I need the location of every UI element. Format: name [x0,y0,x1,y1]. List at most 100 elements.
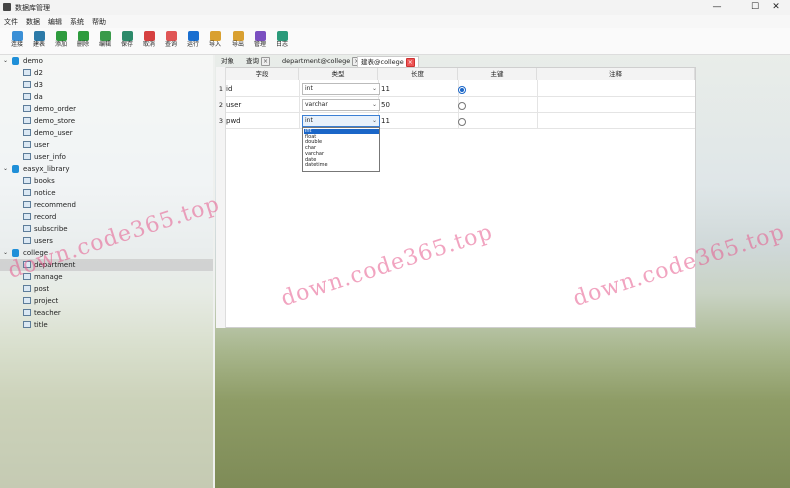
toolbar-label: 导出 [231,41,244,48]
menu-edit[interactable]: 编辑 [48,17,62,27]
tree-db-label: easyx_library [23,165,70,173]
field-cell[interactable]: user [226,98,298,112]
tab-objects[interactable]: 对象 [221,56,234,67]
type-select[interactable]: int ⌄ [302,115,380,127]
tree-table-label: post [34,285,50,293]
toolbar-label: 连接 [10,41,23,48]
grid-line [226,112,695,113]
tree-table-demo_order[interactable]: demo_order [0,103,213,115]
tree-table-books[interactable]: books [0,175,213,187]
toolbar-button-run[interactable]: 运行 [183,30,203,54]
field-cell[interactable]: id [226,82,298,96]
tree-table-d2[interactable]: d2 [0,67,213,79]
tree-table-user[interactable]: user [0,139,213,151]
database-icon [12,165,19,173]
close-tab-icon[interactable]: × [261,56,270,66]
column-header[interactable]: 主键 [458,68,537,80]
tree-table-label: recommend [34,201,76,209]
chevron-down-icon: ⌄ [371,85,377,92]
sidebar-splitter[interactable] [213,55,215,488]
toolbar-button-query[interactable]: 查询 [161,30,181,54]
row-number[interactable]: 3 [217,117,225,125]
primary-key-radio[interactable] [458,102,466,110]
toolbar-button-create-table[interactable]: 建表 [29,30,49,54]
chevron-down-icon[interactable]: ⌄ [3,163,8,175]
tab-create-table[interactable]: 建表@college × [357,56,419,67]
row-number[interactable]: 1 [217,85,225,93]
tree-db-demo[interactable]: ⌄ demo [0,55,213,67]
tree-table-da[interactable]: da [0,91,213,103]
type-dropdown-list[interactable]: int float double char varchar date datetime [302,127,380,172]
field-cell[interactable]: pwd [226,114,298,128]
tab-department[interactable]: department@college× [282,56,362,67]
chevron-down-icon[interactable]: ⌄ [3,55,8,67]
toolbar-button-add[interactable]: 添加 [51,30,71,54]
toolbar-button-save[interactable]: 保存 [117,30,137,54]
tree-table-d3[interactable]: d3 [0,79,213,91]
run-icon [187,31,199,41]
toolbar-button-import[interactable]: 导入 [205,30,225,54]
minimize-button[interactable]: — [705,1,729,13]
type-select[interactable]: int ⌄ [302,83,380,95]
save-icon [121,31,133,41]
type-select-value: int [305,85,313,92]
toolbar-button-connect[interactable]: 连接 [7,30,27,54]
tree-table-post[interactable]: post [0,283,213,295]
toolbar-button-cancel[interactable]: 取消 [139,30,159,54]
tab-query[interactable]: 查询 × [246,56,270,67]
toolbar-button-log[interactable]: 日志 [272,30,292,54]
tree-table-notice[interactable]: notice [0,187,213,199]
create-table-icon [33,31,45,41]
export-icon [232,31,244,41]
title-bar: 数据库管理 — ☐ ✕ [0,0,790,15]
tree-table-label: project [34,297,59,305]
tree-table-user_info[interactable]: user_info [0,151,213,163]
column-header[interactable]: 字段 [226,68,299,80]
close-tab-icon[interactable]: × [405,57,415,67]
chevron-down-icon[interactable]: ⌄ [3,247,8,259]
menu-system[interactable]: 系统 [70,17,84,27]
window-title: 数据库管理 [15,4,50,12]
tree-table-title[interactable]: title [0,319,213,331]
tree-table-label: demo_user [34,129,73,137]
menu-help[interactable]: 帮助 [92,17,106,27]
tree-table-teacher[interactable]: teacher [0,307,213,319]
tree-db-easyx_library[interactable]: ⌄ easyx_library [0,163,213,175]
length-cell[interactable]: 50 [381,98,457,112]
app-icon [3,3,11,11]
toolbar-label: 编辑 [98,41,111,48]
close-button[interactable]: ✕ [764,1,788,13]
primary-key-radio[interactable] [458,86,466,94]
grid-line [537,80,538,128]
toolbar-label: 查询 [164,41,177,48]
table-icon [23,105,31,112]
tree-table-label: da [34,93,43,101]
table-icon [23,81,31,88]
table-icon [23,189,31,196]
toolbar-label: 管理 [253,41,266,48]
tree-table-label: title [34,321,48,329]
dropdown-option-datetime[interactable]: datetime [304,162,379,168]
row-number[interactable]: 2 [217,101,225,109]
tree-table-demo_store[interactable]: demo_store [0,115,213,127]
tree-table-project[interactable]: project [0,295,213,307]
menu-file[interactable]: 文件 [4,17,18,27]
toolbar-button-edit[interactable]: 编辑 [95,30,115,54]
type-select[interactable]: varchar ⌄ [302,99,380,111]
column-header[interactable]: 注释 [537,68,695,80]
menu-bar: 文件 数据 编辑 系统 帮助 [0,15,790,28]
tree-table-label: user [34,141,50,149]
primary-key-radio[interactable] [458,118,466,126]
grid-line [226,128,695,129]
column-header[interactable]: 类型 [299,68,378,80]
toolbar-button-export[interactable]: 导出 [228,30,248,54]
toolbar-button-manage[interactable]: 管理 [250,30,270,54]
length-cell[interactable]: 11 [381,82,457,96]
toolbar-label: 添加 [54,41,67,48]
menu-data[interactable]: 数据 [26,17,40,27]
toolbar-button-delete[interactable]: 删除 [73,30,93,54]
tab-department-label: department@college [282,57,351,65]
column-header[interactable]: 长度 [378,68,458,80]
length-cell[interactable]: 11 [381,114,457,128]
tree-table-demo_user[interactable]: demo_user [0,127,213,139]
